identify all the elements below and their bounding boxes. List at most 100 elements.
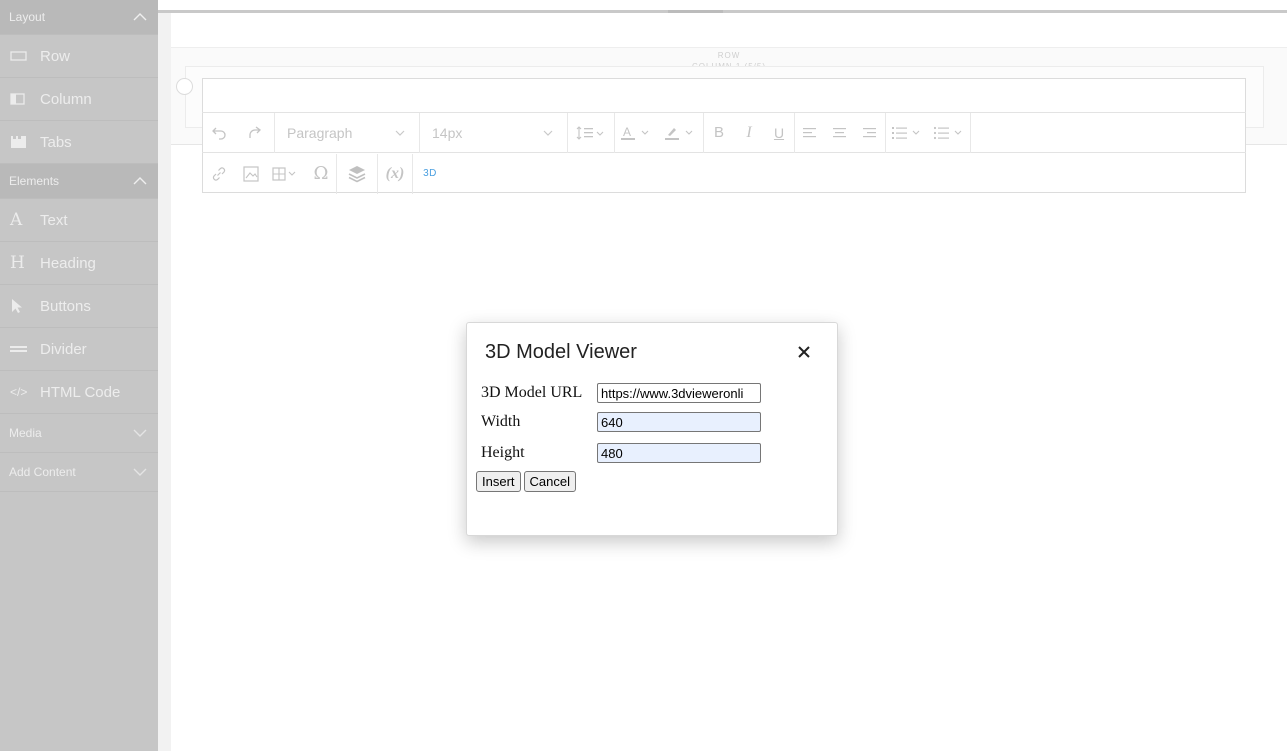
url-row: 3D Model URL [481,383,761,403]
close-button[interactable] [793,341,815,363]
chevron-up-icon [133,177,147,185]
section-elements-header[interactable]: Elements [0,164,158,199]
url-input[interactable] [597,383,761,403]
sidebar-item-buttons[interactable]: Buttons [0,285,158,328]
variable-button[interactable]: (x) [378,153,412,194]
chevron-down-icon [133,429,147,437]
sidebar-item-label: Column [40,90,92,108]
numbered-list-button[interactable] [886,113,930,152]
link-button[interactable] [202,153,236,194]
text-color-icon: A [621,125,649,140]
align-left-button[interactable] [795,113,825,152]
sidebar: Layout Row Column Tabs Elements A Text H… [0,0,158,751]
chevron-up-icon [133,13,147,21]
undo-button[interactable] [202,113,236,152]
section-layout-header[interactable]: Layout [0,0,158,35]
redo-icon [249,125,261,138]
row-icon [10,50,30,62]
width-row: Width [481,412,761,432]
editor-toolbar-row-2: Ω (x) 3D [202,153,1246,194]
align-left-icon [803,127,816,137]
top-handle[interactable] [668,10,723,13]
sidebar-item-row[interactable]: Row [0,35,158,78]
line-height-button[interactable] [568,113,614,152]
template-button[interactable] [337,153,377,194]
omega-icon: Ω [313,163,329,184]
height-label: Height [481,444,525,461]
cancel-button[interactable]: Cancel [523,471,576,492]
sidebar-item-label: Divider [40,340,87,358]
section-layout-label: Layout [9,10,46,24]
sidebar-item-text[interactable]: A Text [0,199,158,242]
sidebar-item-label: HTML Code [40,383,121,401]
table-button[interactable] [266,153,306,194]
underline-button[interactable]: U [764,113,794,152]
drag-handle[interactable] [176,78,193,95]
width-input[interactable] [597,412,761,432]
column-icon [10,92,30,106]
width-label: Width [481,413,521,430]
block-format-select[interactable]: Paragraph [275,113,419,152]
image-button[interactable] [236,153,266,194]
tabs-icon [10,135,30,149]
align-center-icon [833,127,846,137]
bullet-list-button[interactable] [930,113,970,152]
text-color-button[interactable]: A [615,113,659,152]
code-icon: </> [10,385,28,399]
sidebar-item-divider[interactable]: Divider [0,328,158,371]
bullet-list-icon [934,126,962,139]
align-right-button[interactable] [855,113,885,152]
italic-icon: I [746,123,752,141]
sidebar-item-label: Row [40,47,71,65]
dialog-title: 3D Model Viewer [485,341,637,363]
highlight-icon [665,127,693,140]
height-input[interactable] [597,443,761,463]
svg-text:A: A [623,125,631,139]
text-icon: A [10,210,23,230]
row-title: ROW [717,51,741,60]
sidebar-item-heading[interactable]: H Heading [0,242,158,285]
align-center-button[interactable] [825,113,855,152]
three-d-button[interactable]: 3D [413,153,447,194]
close-icon [798,346,810,358]
redo-button[interactable] [236,113,274,152]
heading-icon: H [10,253,25,273]
highlight-color-button[interactable] [659,113,703,152]
layers-icon [348,165,366,182]
chevron-down-icon [133,468,147,476]
font-size-select[interactable]: 14px [420,113,567,152]
section-media-header[interactable]: Media [0,414,158,453]
line-height-icon [576,125,604,140]
toolbar-separator [970,112,971,153]
model-viewer-dialog: 3D Model Viewer 3D Model URL Width Heigh… [466,322,838,536]
align-right-icon [863,127,876,137]
section-add-content-header[interactable]: Add Content [0,453,158,492]
bold-button[interactable]: B [704,113,734,152]
sidebar-item-html-code[interactable]: </> HTML Code [0,371,158,414]
cursor-icon [10,298,30,314]
sidebar-item-tabs[interactable]: Tabs [0,121,158,164]
three-d-icon: 3D [423,168,437,179]
chevron-down-icon [543,130,553,136]
underline-icon: U [773,124,785,141]
dialog-actions: Insert Cancel [476,471,576,492]
sidebar-item-label: Tabs [40,133,72,151]
section-media-label: Media [9,426,42,440]
top-bar [158,0,1287,13]
url-label: 3D Model URL [481,384,583,401]
italic-button[interactable]: I [734,113,764,152]
undo-icon [212,127,226,140]
section-add-content-label: Add Content [9,465,76,479]
table-icon [272,166,296,181]
font-size-value: 14px [432,124,463,141]
chevron-down-icon [395,130,405,136]
sidebar-item-column[interactable]: Column [0,78,158,121]
editor-toolbar-row-1: Paragraph 14px A B I U [202,112,1246,153]
insert-button[interactable]: Insert [476,471,521,492]
block-format-value: Paragraph [287,124,353,141]
sidebar-item-label: Buttons [40,297,91,315]
canvas-gutter [158,13,171,751]
link-icon [212,166,226,181]
divider-icon [10,343,30,355]
special-character-button[interactable]: Ω [306,153,336,194]
